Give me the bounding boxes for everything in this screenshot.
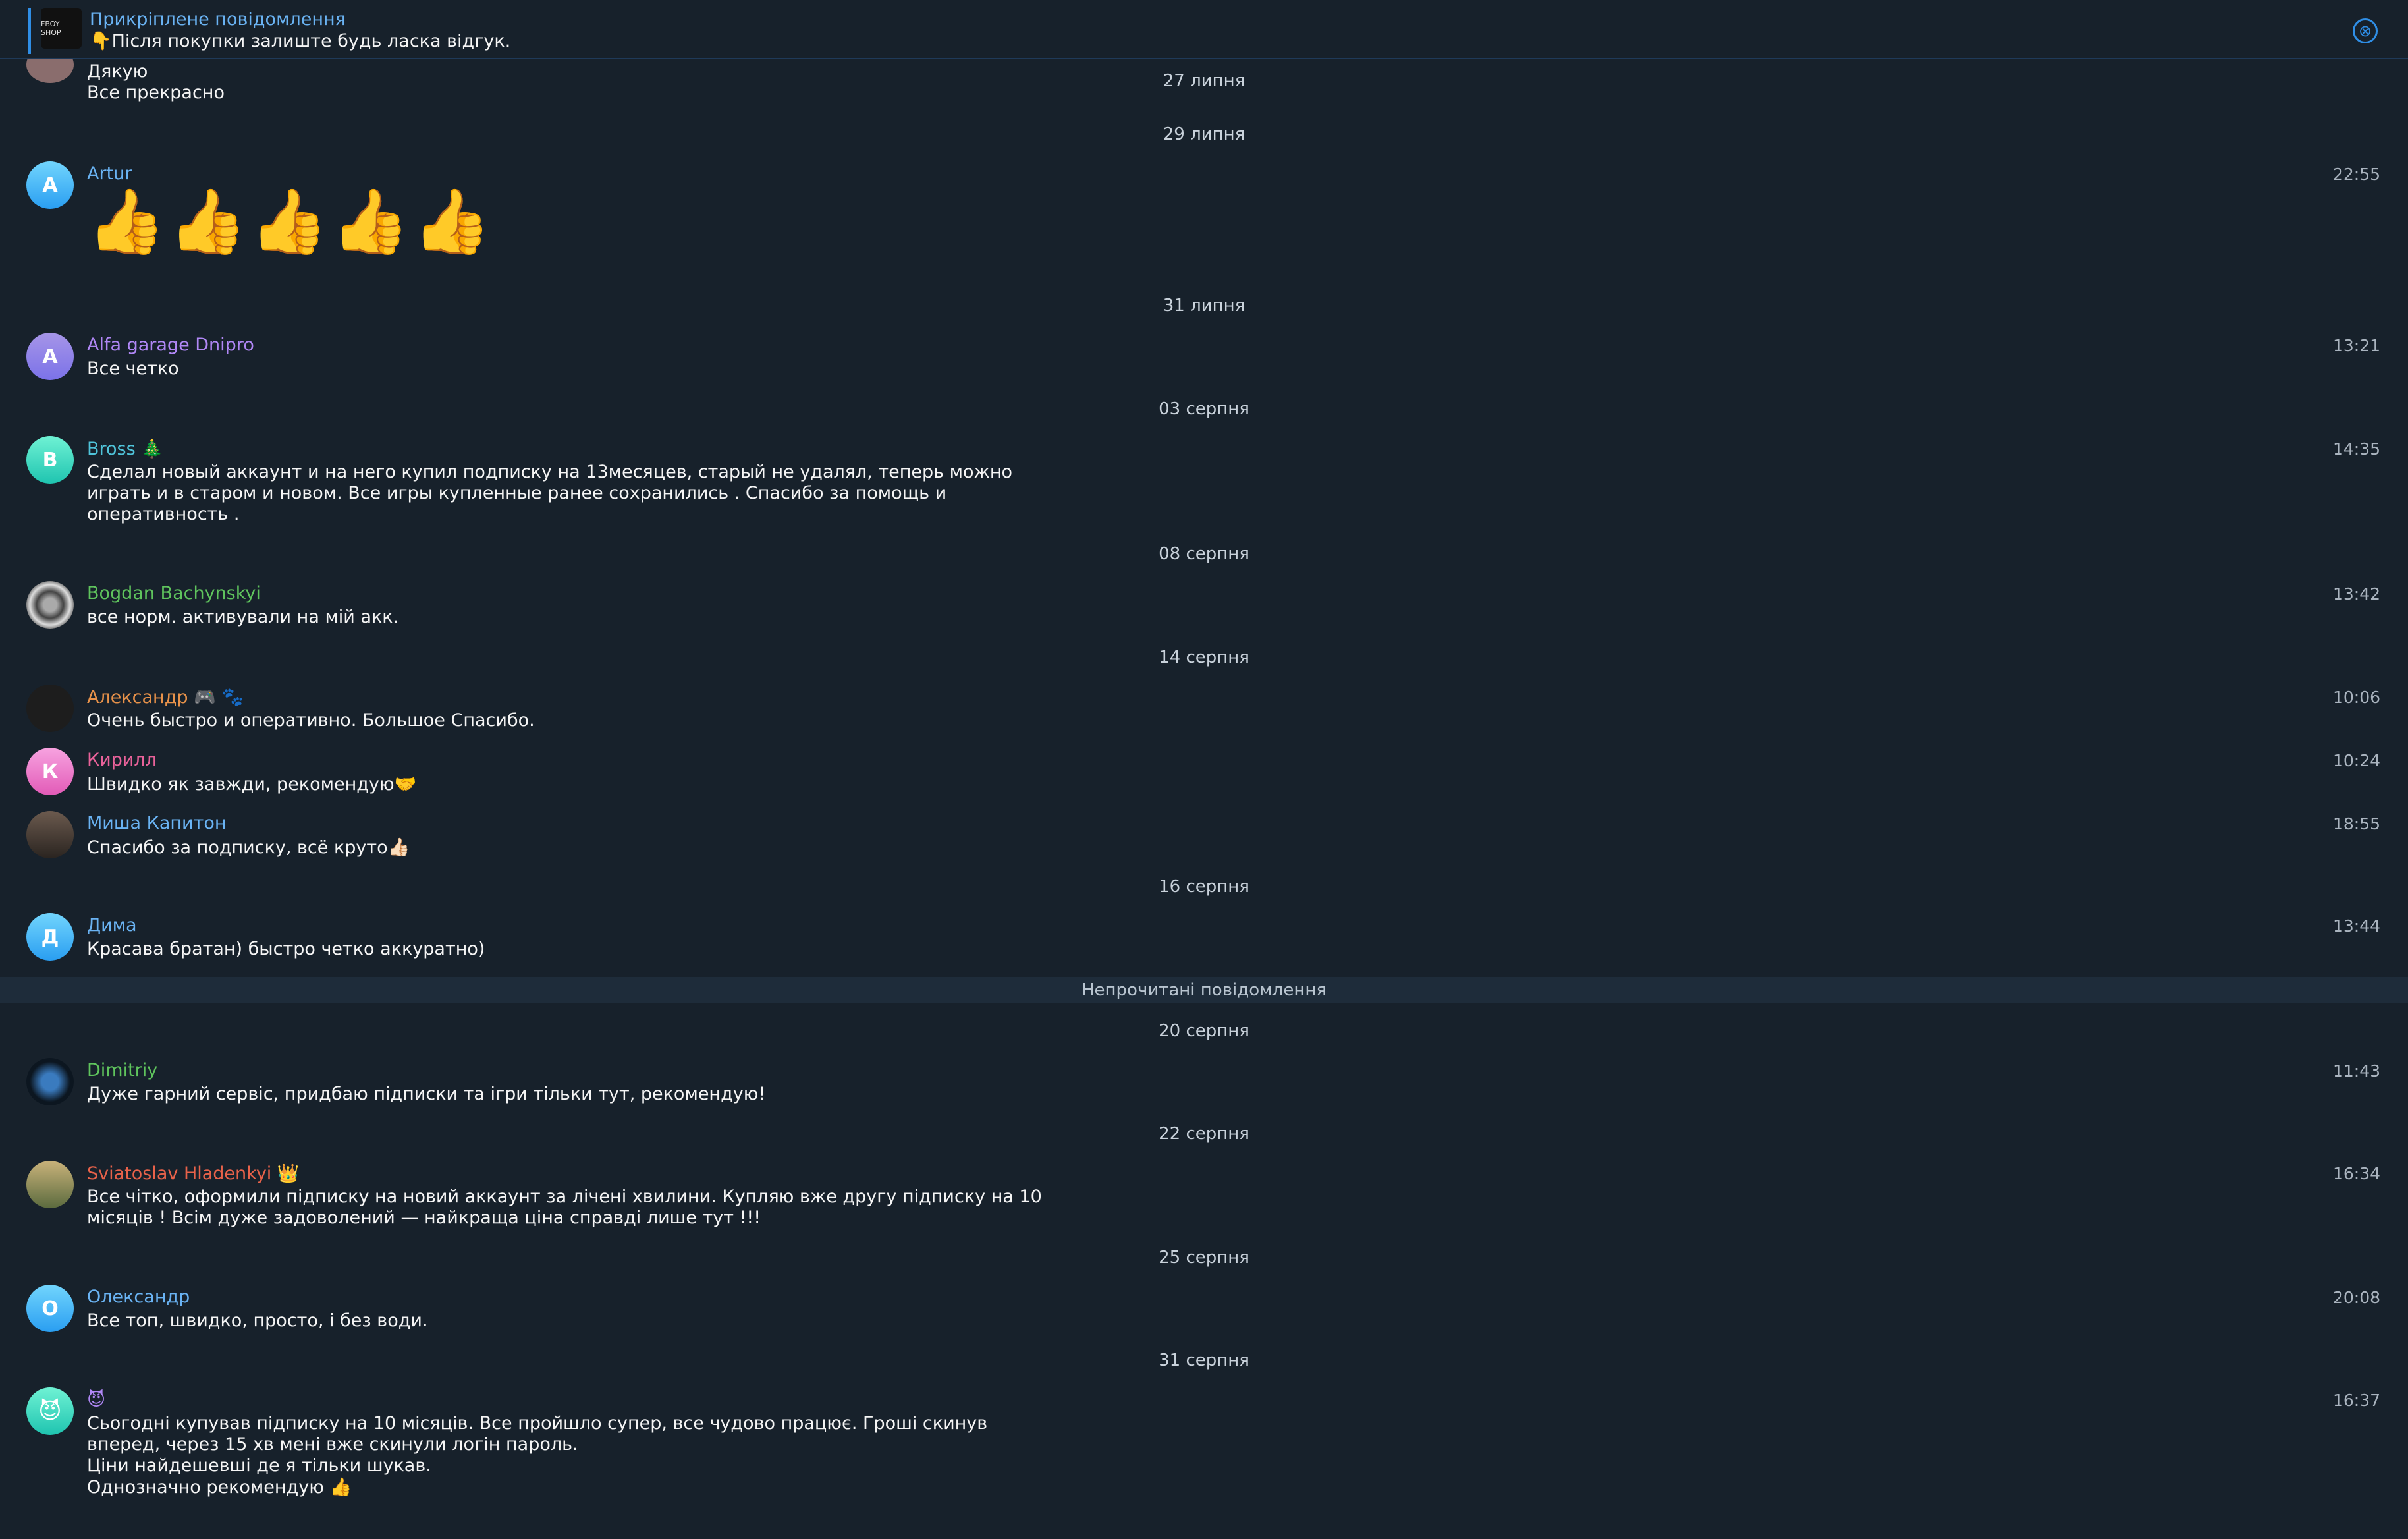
message-text: Дуже гарний сервіс, придбаю підписки та …	[87, 1084, 766, 1104]
date-separator: 14 серпня	[1159, 648, 1249, 667]
sender-name[interactable]: 😈	[87, 1389, 105, 1410]
message-time: 11:43	[2332, 1061, 2380, 1080]
message-text: играть и в старом и новом. Все игры купл…	[87, 483, 947, 503]
message-text: Все топ, швидко, просто, і без води.	[87, 1310, 428, 1331]
date-separator: 31 серпня	[1159, 1351, 1249, 1370]
message-time: 22:55	[2332, 165, 2380, 184]
message-text: Очень быстро и оперативно. Большое Спаси…	[87, 710, 535, 731]
message-text: Однозначно рекомендую 👍	[87, 1477, 352, 1497]
pinned-thumbnail: FBOY SHOP	[41, 8, 82, 49]
avatar[interactable]: К	[26, 748, 74, 795]
date-separator: 08 серпня	[1159, 544, 1249, 564]
date-separator: 25 серпня	[1159, 1248, 1249, 1268]
sender-name[interactable]: Кирилл	[87, 750, 157, 770]
message-time: 16:34	[2332, 1164, 2380, 1183]
date-separator: 20 серпня	[1159, 1021, 1249, 1041]
message-time: 10:06	[2332, 688, 2380, 707]
unread-messages-divider: Непрочитані повідомлення	[0, 977, 2408, 1003]
message-time: 13:42	[2332, 584, 2380, 603]
avatar[interactable]	[26, 811, 74, 858]
message-text: Швидко як завжди, рекомендую🤝	[87, 774, 417, 795]
date-separator: 22 серпня	[1159, 1124, 1249, 1144]
sender-name[interactable]: Bross 🎄	[87, 438, 163, 459]
avatar[interactable]: B	[26, 436, 74, 484]
message-time: 20:08	[2332, 1288, 2380, 1307]
message-text: Красава братан) быстро четко аккуратно)	[87, 939, 485, 959]
message-text: вперед, через 15 хв мені вже скинули лог…	[87, 1434, 578, 1455]
avatar[interactable]: A	[26, 333, 74, 380]
message-text: Сделал новый аккаунт и на него купил под…	[87, 462, 1013, 482]
message-time: 14:35	[2332, 439, 2380, 459]
message-text: Сьогодні купував підписку на 10 місяців.…	[87, 1413, 988, 1434]
message-text: Все чітко, оформили підписку на новий ак…	[87, 1187, 1042, 1207]
thumbs-up-emoji: 👍👍👍👍👍	[87, 184, 494, 258]
sender-name[interactable]: Dimitriy	[87, 1060, 157, 1080]
sender-name[interactable]: Дима	[87, 915, 137, 936]
message-time: 10:24	[2332, 751, 2380, 770]
avatar[interactable]: 😈	[26, 1387, 74, 1435]
sender-name[interactable]: Миша Капитон	[87, 813, 227, 833]
pinned-accent-bar	[28, 8, 31, 54]
avatar[interactable]	[26, 1058, 74, 1105]
date-separator: 27 липня	[1163, 71, 1245, 91]
sender-name[interactable]: Александр 🎮 🐾	[87, 686, 244, 708]
date-separator: 29 липня	[1163, 125, 1245, 144]
avatar[interactable]	[26, 581, 74, 629]
message-text: Ціни найдешевші де я тільки шукав.	[87, 1455, 431, 1476]
avatar[interactable]	[26, 685, 74, 732]
message-time: 13:44	[2332, 916, 2380, 936]
message-text: місяців ! Всім дуже задоволений — найкра…	[87, 1208, 761, 1228]
date-separator: 03 серпня	[1159, 399, 1249, 419]
avatar[interactable]: Д	[26, 913, 74, 961]
avatar[interactable]	[26, 1161, 74, 1208]
sender-name[interactable]: Олександр	[87, 1287, 190, 1307]
sender-name[interactable]: Alfa garage Dnipro	[87, 335, 254, 355]
date-separator: 31 липня	[1163, 296, 1245, 316]
close-icon[interactable]: ⊗	[2353, 18, 2378, 43]
pinned-text: 👇Після покупки залиште будь ласка відгук…	[90, 31, 511, 51]
message-time: 18:55	[2332, 814, 2380, 833]
message-text: Спасибо за подписку, всё круто👍🏻	[87, 837, 410, 858]
pinned-message-bar[interactable]: FBOY SHOP Прикріплене повідомлення 👇Післ…	[0, 0, 2408, 59]
message-text: все норм. активували на мій акк.	[87, 607, 399, 627]
sender-name[interactable]: Bogdan Bachynskyi	[87, 583, 261, 603]
avatar[interactable]: О	[26, 1285, 74, 1332]
message-text: Все четко	[87, 358, 179, 379]
pinned-title: Прикріплене повідомлення	[90, 9, 346, 30]
sender-name[interactable]: Sviatoslav Hladenkyi 👑	[87, 1163, 300, 1184]
message-time: 16:37	[2332, 1391, 2380, 1410]
message-text: оперативность .	[87, 504, 240, 524]
date-separator: 16 серпня	[1159, 877, 1249, 897]
avatar[interactable]: A	[26, 161, 74, 209]
sender-name[interactable]: Artur	[87, 163, 132, 184]
message-time: 13:21	[2332, 336, 2380, 355]
